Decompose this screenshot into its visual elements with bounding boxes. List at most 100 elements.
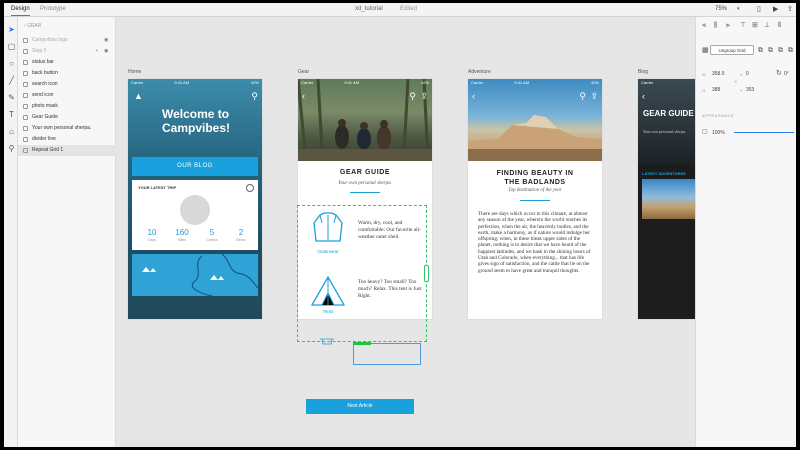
layer-item[interactable]: search icon xyxy=(18,79,116,90)
battery-text: 42% xyxy=(250,80,259,85)
align-top-icon[interactable]: ⊤ xyxy=(740,22,747,29)
line-icon[interactable]: ╱ xyxy=(7,76,16,85)
layer-item-selected[interactable]: Repeat Grid 1 xyxy=(18,145,116,156)
back-icon[interactable]: ‹ xyxy=(472,91,475,101)
stat-value: 5 xyxy=(209,228,215,237)
align-bottom-icon[interactable]: ⊥ xyxy=(764,22,771,29)
design-canvas[interactable]: Home Gear Adventure Blog Carrier 9:41 AM… xyxy=(116,17,695,447)
boolean-subtract-icon[interactable]: ⧉ xyxy=(768,47,775,54)
ungroup-grid-button[interactable]: Ungroup Grid xyxy=(710,45,754,55)
trip-card-title: YOUR LATEST TRIP xyxy=(138,185,177,190)
grid-insertion-box xyxy=(353,343,421,365)
stat-label: Bears xyxy=(236,238,246,242)
layer-item[interactable]: Gear Guide xyxy=(18,112,116,123)
repeat-grid-resize-handle[interactable] xyxy=(424,265,429,282)
layer-item[interactable]: status bar xyxy=(18,57,116,68)
artboard-label-adventure[interactable]: Adventure xyxy=(468,69,491,75)
layer-item[interactable]: Campvibes logo ◉ xyxy=(18,35,116,46)
battery-text: 42% xyxy=(590,80,599,85)
boolean-add-icon[interactable]: ⧉ xyxy=(758,47,765,54)
mobile-preview-icon[interactable]: ▯ xyxy=(757,5,761,13)
tab-design[interactable]: Design xyxy=(11,6,30,16)
search-icon[interactable]: ⚲ xyxy=(579,91,586,102)
send-icon[interactable]: ⇪ xyxy=(590,91,598,102)
repeat-grid-selection[interactable] xyxy=(297,205,427,342)
distribute-icon[interactable]: ⫴ xyxy=(778,22,785,29)
search-icon[interactable]: ⚲ xyxy=(251,91,258,102)
x-field[interactable]: 0 xyxy=(746,71,749,77)
rectangle-icon[interactable]: ▢ xyxy=(7,42,16,51)
rotation-field[interactable]: 0° xyxy=(784,71,789,77)
trip-map[interactable] xyxy=(132,254,258,296)
layer-label: Campvibes logo xyxy=(32,37,68,43)
artboard-adventure[interactable]: Carrier 9:41 AM 42% ‹ ⚲ ⇪ FINDING BEAUTY … xyxy=(468,79,602,319)
zoom-icon[interactable]: ⚲ xyxy=(7,144,16,153)
layers-back-button[interactable]: ‹ GEAR xyxy=(24,23,41,29)
boolean-intersect-icon[interactable]: ⧉ xyxy=(778,47,785,54)
height-field[interactable]: 388 xyxy=(712,87,720,93)
article-subtitle: Top destination of the year xyxy=(508,188,562,193)
share-icon[interactable]: ⇪ xyxy=(787,5,793,13)
map-route-graphic xyxy=(142,254,258,296)
artboard-label-blog[interactable]: Blog xyxy=(638,69,648,75)
lock-icon[interactable]: ▪ xyxy=(96,46,98,57)
text-icon[interactable]: T xyxy=(7,110,16,119)
next-article-button[interactable]: Next Article xyxy=(306,399,414,414)
carrier-text: Carrier xyxy=(641,80,654,85)
clock-icon xyxy=(246,184,254,192)
layer-item[interactable]: send icon xyxy=(18,90,116,101)
opacity-field[interactable]: 100% xyxy=(712,130,725,136)
artboard-label-home[interactable]: Home xyxy=(128,69,141,75)
back-icon[interactable]: ‹ xyxy=(302,91,305,101)
artboard-home[interactable]: Carrier 9:41 AM 42% ▲ ⚲ Welcome to Campvi… xyxy=(128,79,262,319)
artboard-icon[interactable]: ⌂ xyxy=(7,127,16,136)
layer-item[interactable]: Step 3 ▪ ◉ xyxy=(18,46,116,57)
opacity-slider[interactable] xyxy=(734,132,794,133)
layer-item[interactable]: photo mask xyxy=(18,101,116,112)
width-field[interactable]: 358.5 xyxy=(712,71,725,77)
trip-photo xyxy=(180,195,210,225)
layer-label: Repeat Grid 1 xyxy=(32,147,64,153)
align-left-icon[interactable]: ⫷ xyxy=(702,22,709,29)
opacity-icon: ▢ xyxy=(702,129,708,135)
gear-guide-subtitle: Your own personal sherpa. xyxy=(338,181,392,186)
visibility-icon[interactable]: ◉ xyxy=(104,46,108,57)
ellipse-icon[interactable]: ○ xyxy=(7,59,16,68)
blog-hero-subtitle: Your own personal sherpa. xyxy=(643,129,686,134)
search-icon[interactable]: ⚲ xyxy=(409,91,416,102)
send-icon[interactable]: ⇪ xyxy=(420,91,428,102)
align-middle-icon[interactable]: ⊞ xyxy=(752,22,759,29)
y-field[interactable]: 353 xyxy=(746,87,754,93)
select-icon[interactable]: ➤ xyxy=(7,25,16,34)
boolean-exclude-icon[interactable]: ⧉ xyxy=(788,47,795,54)
our-blog-button[interactable]: OUR BLOG xyxy=(132,157,258,176)
stat-value: 2 xyxy=(238,228,244,237)
layers-panel: ‹ GEAR Campvibes logo ◉ Step 3 ▪ ◉ status b… xyxy=(18,17,116,447)
width-label: W xyxy=(702,72,706,77)
blog-hero-title: GEAR GUIDE xyxy=(643,109,694,118)
status-bar: Carrier 9:41 AM 42% xyxy=(128,79,262,86)
document-title: xd_tutorial xyxy=(355,6,383,12)
appearance-heading: APPEARANCE xyxy=(702,113,735,118)
layer-item[interactable]: back button xyxy=(18,68,116,79)
repeat-grid-icon xyxy=(23,148,28,153)
play-icon[interactable]: ▶ xyxy=(773,5,778,13)
align-right-icon[interactable]: ⫸ xyxy=(726,22,733,29)
campvibes-logo-icon: ▲ xyxy=(134,91,143,101)
artboard-blog[interactable]: Carrier ‹ GEAR GUIDE Your own personal s… xyxy=(638,79,695,319)
pen-icon[interactable]: ✎ xyxy=(7,93,16,102)
back-icon[interactable]: ‹ xyxy=(642,91,645,101)
zoom-level[interactable]: 75% xyxy=(715,6,727,12)
align-center-icon[interactable]: ⫼ xyxy=(714,22,721,29)
status-bar: Carrier xyxy=(638,79,695,86)
artboard-label-gear[interactable]: Gear xyxy=(298,69,309,75)
layer-item[interactable]: divider line xyxy=(18,134,116,145)
lock-aspect-icon[interactable]: ⊕ xyxy=(734,79,737,84)
blog-article-image[interactable] xyxy=(642,179,695,219)
zoom-dropdown-icon[interactable]: ▾ xyxy=(737,6,740,12)
layer-item[interactable]: Your own personal sherpa. xyxy=(18,123,116,134)
latest-trip-card[interactable]: YOUR LATEST TRIP 10 Days 160 Miles 5 Camps … xyxy=(132,180,258,250)
blog-hero-photo xyxy=(638,79,695,165)
tab-prototype[interactable]: Prototype xyxy=(40,6,66,12)
visibility-icon[interactable]: ◉ xyxy=(104,35,108,46)
